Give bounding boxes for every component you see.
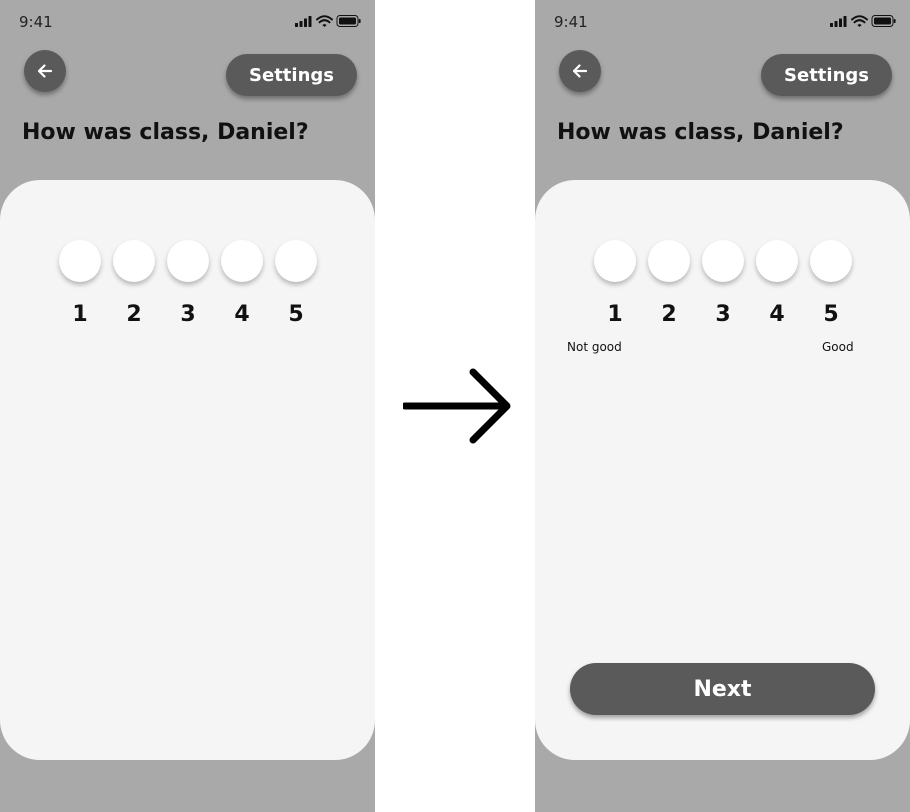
rating-scale: 1 2 3 4 5 [59, 240, 319, 340]
rating-option-4[interactable]: 4 [756, 240, 798, 340]
rating-option-5[interactable]: 5 [810, 240, 852, 340]
back-button[interactable] [559, 50, 601, 92]
page-title: How was class, Daniel? [22, 120, 309, 145]
rating-option-3[interactable]: 3 [702, 240, 744, 340]
cellular-signal-icon [295, 16, 312, 27]
rating-label: 5 [823, 302, 839, 327]
rating-scale: 1 2 3 4 5 [594, 240, 854, 340]
rating-card: 1 2 3 4 5 Not good Good Next [535, 180, 910, 760]
rating-circle[interactable] [648, 240, 690, 282]
rating-circle[interactable] [810, 240, 852, 282]
rating-label: 2 [661, 302, 677, 327]
phone-screen-initial: 9:41 Settings How was class, Daniel? 1 2… [0, 0, 375, 812]
phone-screen-updated: 9:41 Settings How was class, Daniel? 1 2… [535, 0, 910, 812]
rating-card: 1 2 3 4 5 [0, 180, 375, 760]
cellular-signal-icon [830, 16, 847, 27]
rating-circle[interactable] [113, 240, 155, 282]
next-button[interactable]: Next [570, 663, 875, 715]
status-time: 9:41 [554, 13, 588, 31]
scale-high-label: Good [822, 340, 854, 354]
status-bar-icons [830, 15, 896, 27]
page-title: How was class, Daniel? [557, 120, 844, 145]
rating-option-1[interactable]: 1 [59, 240, 101, 340]
rating-label: 2 [126, 302, 142, 327]
rating-circle[interactable] [167, 240, 209, 282]
rating-circle[interactable] [59, 240, 101, 282]
rating-option-1[interactable]: 1 [594, 240, 636, 340]
rating-circle[interactable] [221, 240, 263, 282]
status-time: 9:41 [19, 13, 53, 31]
settings-button[interactable]: Settings [226, 54, 357, 96]
status-bar-icons [295, 15, 361, 27]
arrow-left-icon [37, 64, 53, 78]
rating-option-5[interactable]: 5 [275, 240, 317, 340]
rating-label: 1 [607, 302, 623, 327]
rating-label: 1 [72, 302, 88, 327]
rating-circle[interactable] [594, 240, 636, 282]
settings-button[interactable]: Settings [761, 54, 892, 96]
flow-canvas: 9:41 Settings How was class, Daniel? 1 2… [0, 0, 910, 812]
rating-circle[interactable] [702, 240, 744, 282]
battery-icon [336, 15, 361, 27]
arrow-left-icon [572, 64, 588, 78]
wifi-icon [316, 15, 333, 27]
rating-label: 5 [288, 302, 304, 327]
rating-circle[interactable] [756, 240, 798, 282]
rating-label: 4 [769, 302, 785, 327]
back-button[interactable] [24, 50, 66, 92]
rating-label: 3 [180, 302, 196, 327]
rating-option-2[interactable]: 2 [648, 240, 690, 340]
battery-icon [871, 15, 896, 27]
scale-low-label: Not good [567, 340, 622, 354]
rating-circle[interactable] [275, 240, 317, 282]
wifi-icon [851, 15, 868, 27]
arrow-right-icon [403, 368, 511, 444]
rating-option-3[interactable]: 3 [167, 240, 209, 340]
rating-option-2[interactable]: 2 [113, 240, 155, 340]
rating-option-4[interactable]: 4 [221, 240, 263, 340]
rating-label: 4 [234, 302, 250, 327]
rating-label: 3 [715, 302, 731, 327]
